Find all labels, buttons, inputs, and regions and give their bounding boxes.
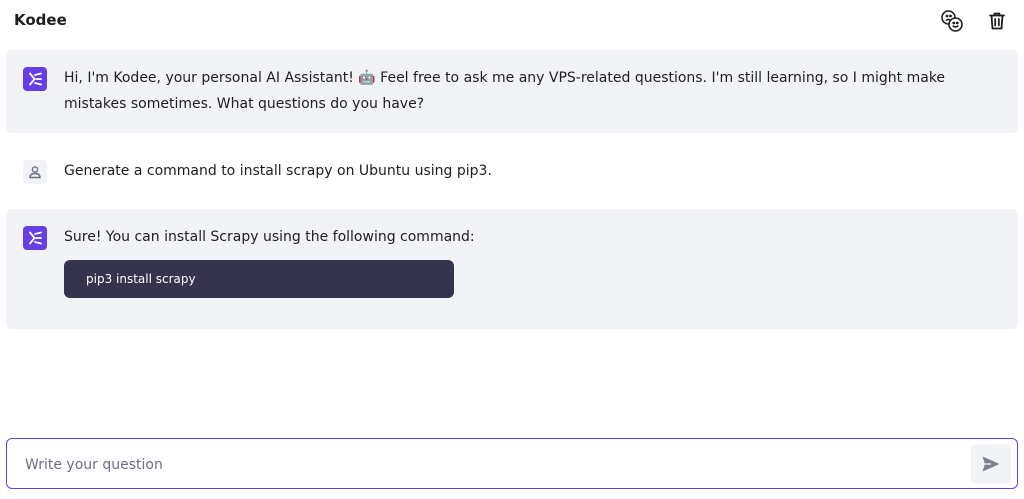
kodee-chat-panel: Kodee Hi, I'm Kodee, your personal AI As… [0,0,1024,499]
feedback-faces-icon [941,10,963,32]
feedback-button[interactable] [939,8,965,34]
kodee-logo-icon [29,72,42,86]
send-icon [982,456,1000,472]
trash-icon [989,12,1005,30]
question-input[interactable] [23,451,957,479]
assistant-message-text: Hi, I'm Kodee, your personal AI Assistan… [64,70,946,112]
clear-chat-button[interactable] [984,8,1010,34]
kodee-avatar [23,226,47,250]
assistant-message: Hi, I'm Kodee, your personal AI Assistan… [6,50,1018,133]
kodee-avatar [23,67,47,91]
assistant-message-text: Sure! You can install Scrapy using the f… [64,229,475,245]
chat-title: Kodee [14,11,67,29]
kodee-logo-icon [29,231,42,245]
assistant-message: Sure! You can install Scrapy using the f… [6,209,1018,329]
composer [6,438,1018,489]
chat-header: Kodee [0,0,1024,42]
code-block[interactable]: pip3 install scrapy [64,260,454,298]
send-button[interactable] [971,444,1011,484]
message-list: Hi, I'm Kodee, your personal AI Assistan… [6,50,1018,329]
user-message-text: Generate a command to install scrapy on … [64,163,492,179]
